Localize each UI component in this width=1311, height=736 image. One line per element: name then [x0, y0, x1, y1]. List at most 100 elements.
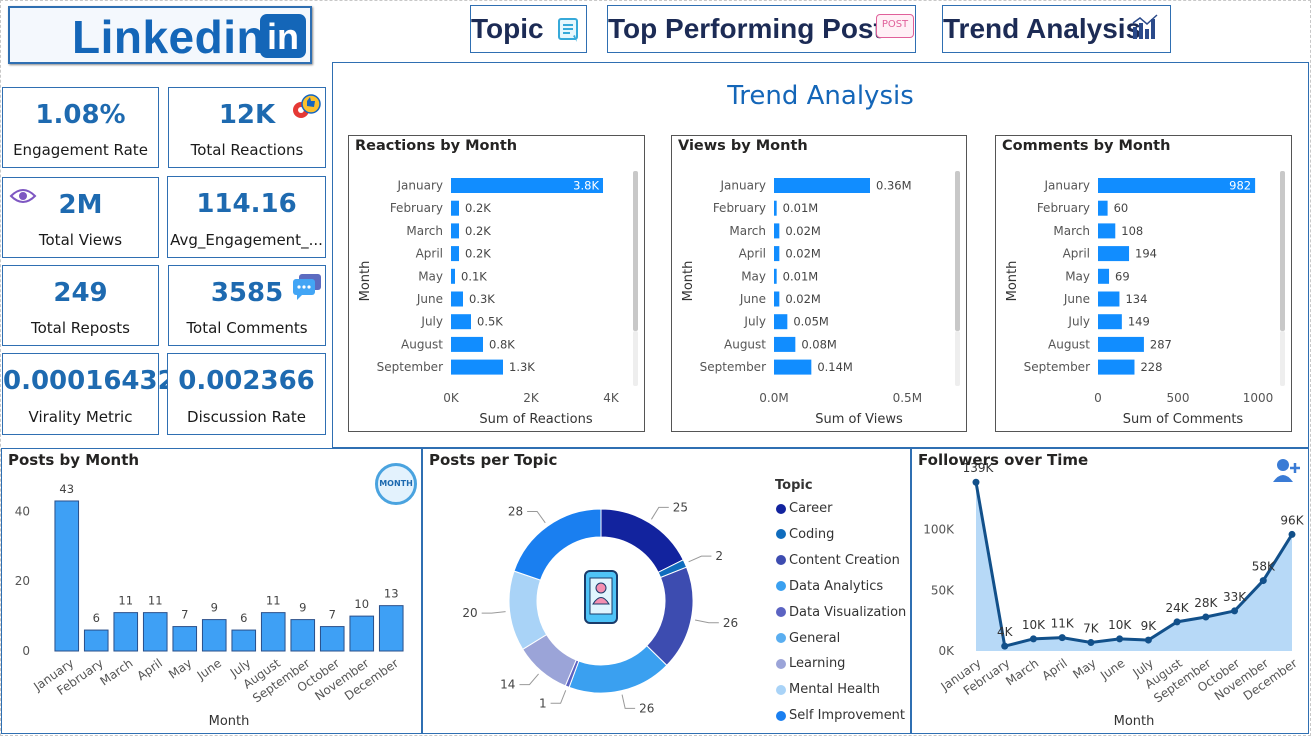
bar — [260, 612, 286, 652]
x-tick-label: 0.0M — [759, 391, 788, 405]
comments-icon — [293, 274, 321, 300]
data-label: 134 — [1125, 292, 1147, 306]
legend-item[interactable]: Coding — [776, 527, 834, 542]
data-point — [1087, 639, 1095, 646]
reactions-icon — [293, 94, 321, 118]
kpi-label: Total Reactions — [190, 141, 304, 159]
data-label: 58K — [1252, 560, 1276, 574]
kpi-total-reposts: 249 Total Reposts — [2, 265, 159, 346]
x-tick-label: June — [1097, 656, 1127, 683]
scrollbar-thumb — [955, 171, 960, 331]
donut-slice — [513, 508, 602, 581]
legend-item[interactable]: Data Analytics — [776, 579, 883, 594]
data-label: 0.01M — [783, 269, 819, 283]
nav-top-post-button[interactable]: Top Performing Post POST — [607, 5, 916, 53]
data-label: 7K — [1083, 622, 1100, 636]
legend-item[interactable]: Content Creation — [776, 553, 900, 568]
y-tick-label: February — [713, 201, 766, 215]
slice-label: 20 — [462, 606, 477, 620]
legend-item[interactable]: Mental Health — [776, 682, 880, 697]
data-label: 0.02M — [785, 247, 821, 261]
kpi-label: Total Views — [38, 231, 123, 249]
data-label: 0.02M — [785, 224, 821, 238]
legend-label: Career — [789, 501, 833, 516]
followers-svg: 0K50K100K139KJanuary4KFebruary10KMarch11… — [923, 461, 1304, 729]
profile-icon — [595, 582, 607, 594]
bar — [1098, 359, 1135, 375]
y-tick-label: September — [377, 360, 443, 374]
x-axis-title: Sum of Views — [815, 412, 903, 427]
kpi-label: Total Comments — [186, 319, 308, 337]
y-tick-label: February — [390, 201, 443, 215]
y-axis-title: Month — [1005, 261, 1020, 302]
bar — [319, 626, 345, 652]
data-label: 0.5K — [477, 315, 503, 329]
data-point — [972, 478, 980, 486]
bar — [451, 268, 455, 284]
data-label: 24K — [1166, 601, 1190, 615]
donut-slice — [568, 645, 668, 694]
y-tick-label: March — [1053, 224, 1090, 238]
data-label: 0.2K — [465, 247, 491, 261]
legend-item[interactable]: Learning — [776, 656, 845, 671]
x-tick-label: 0 — [1094, 391, 1102, 405]
posts-per-topic-panel: Posts per Topic 25 2 26 26 1 14 20 28 Topic Car… — [422, 448, 911, 734]
bar — [1098, 200, 1108, 216]
kpi-label: Avg_Engagement_... — [170, 231, 323, 249]
kpi-value: 114.16 — [196, 189, 297, 219]
trend-analysis-title: Trend Analysis — [727, 81, 914, 111]
followers-over-time-panel: Followers over Time 0K 50K 100K 139K January… — [911, 448, 1309, 734]
posts-by-month-svg: 0204043January6February11March11April7Ma… — [15, 482, 404, 729]
data-label: 0.2K — [465, 224, 491, 238]
kpi-value: 1.08% — [35, 100, 126, 130]
data-label: 96K — [1280, 513, 1304, 527]
y-tick-label: September — [700, 360, 766, 374]
data-point — [1231, 607, 1239, 615]
y-tick-label: 0 — [22, 644, 30, 658]
y-tick-label: July — [1067, 315, 1090, 329]
kpi-total-views: 2M Total Views — [2, 177, 159, 258]
data-label: 10K — [1022, 618, 1046, 632]
x-tick-label: April — [134, 656, 165, 683]
y-tick-label: March — [729, 224, 766, 238]
nav-top-post-label: Top Performing Post — [608, 13, 883, 44]
data-label: 28K — [1194, 596, 1218, 610]
x-axis-title: Sum of Comments — [1123, 412, 1244, 427]
slice-label: 1 — [539, 696, 547, 710]
logo-text: Linkedin — [72, 11, 266, 63]
data-label: 11 — [118, 594, 133, 608]
y-tick-label: January — [1044, 179, 1091, 193]
bar — [1098, 291, 1120, 307]
data-label: 33K — [1223, 590, 1247, 604]
data-label: 982 — [1229, 179, 1251, 193]
nav-topic-button[interactable]: Topic — [470, 5, 587, 53]
legend-marker — [776, 555, 786, 566]
legend-label: Content Creation — [789, 552, 900, 568]
bar — [774, 336, 796, 352]
views-by-month-chart: Views by Month January 0.36M February 0.01M… — [671, 135, 967, 432]
reactions-chart-svg: January 3.8K February 0.2K March 0.2K April 0.2… — [358, 171, 638, 427]
bar — [451, 246, 459, 262]
data-point — [1288, 530, 1296, 538]
data-point — [1029, 635, 1037, 643]
x-tick-label: 0K — [443, 391, 460, 405]
legend-item[interactable]: Self Improvement — [776, 708, 905, 723]
bar — [349, 615, 375, 652]
comments-by-month-chart: Comments by Month January 982 February 60 Ma… — [995, 135, 1292, 432]
nav-trend-analysis-button[interactable]: Trend Analysis — [942, 5, 1171, 53]
y-tick-label: 40 — [15, 504, 30, 518]
y-tick-label: January — [720, 179, 767, 193]
legend-label: Coding — [789, 526, 835, 542]
kpi-label: Virality Metric — [28, 408, 133, 426]
legend-marker — [776, 684, 786, 695]
legend-item[interactable]: General — [776, 631, 840, 646]
legend-item[interactable]: Career — [776, 501, 832, 516]
slice-leader-line — [481, 611, 506, 614]
kpi-total-comments: 3585 Total Comments — [168, 265, 326, 346]
x-tick-label: 4K — [603, 391, 620, 405]
x-tick-label: 1000 — [1243, 391, 1274, 405]
kpi-value: 249 — [53, 278, 108, 308]
legend-item[interactable]: Data Visualization — [776, 605, 906, 620]
y-tick-label: May — [1065, 269, 1090, 283]
data-point — [1116, 635, 1124, 643]
